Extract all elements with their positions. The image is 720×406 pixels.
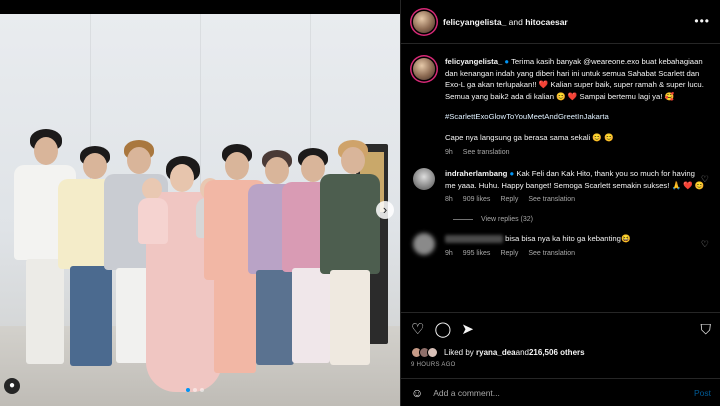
- caption-username[interactable]: felicyangelista_: [445, 57, 502, 66]
- reply-link[interactable]: Reply: [500, 248, 518, 260]
- verified-badge-icon: ●: [509, 169, 515, 179]
- collaborator-link[interactable]: hitocaesar: [525, 17, 568, 27]
- avatar[interactable]: [413, 232, 435, 255]
- comment-icon[interactable]: ◯: [434, 321, 451, 339]
- see-translation-link[interactable]: See translation: [528, 194, 575, 206]
- caption: felicyangelista_ ● Terima kasih banyak @…: [413, 56, 709, 158]
- comment-age: 9h: [445, 249, 453, 257]
- comment: bisa bisa nya ka hito ga kebanting😆 9h 9…: [413, 232, 709, 259]
- caption-age: 9h: [445, 148, 453, 156]
- comment-username[interactable]: indraherlambang: [445, 169, 507, 178]
- post-button[interactable]: Post: [694, 388, 711, 398]
- comment-likes[interactable]: 995 likes: [463, 248, 491, 260]
- heart-icon[interactable]: ♡: [701, 174, 709, 185]
- likes-count[interactable]: 216,506 others: [529, 348, 585, 357]
- authors-joiner: and: [506, 16, 526, 27]
- comment-body: indraherlambang ● Kak Feli dan Kak Hito,…: [445, 168, 707, 206]
- bookmark-icon[interactable]: ⛉: [701, 321, 712, 338]
- comment-text: bisa bisa nya ka hito ga kebanting😆: [505, 233, 631, 243]
- comment-input[interactable]: [433, 387, 694, 398]
- liked-by-middle: and: [515, 348, 529, 357]
- heart-icon[interactable]: ♡: [411, 321, 424, 339]
- carousel-indicator: [186, 388, 204, 392]
- view-replies[interactable]: View replies (32): [453, 216, 709, 223]
- post-actions: ♡ ◯ ➤ ⛉ Liked by ryana_dea and 216,506 o…: [401, 312, 720, 378]
- carousel-dot: [186, 388, 190, 392]
- liker-avatars: [411, 347, 438, 358]
- reply-link[interactable]: Reply: [500, 194, 518, 206]
- post-media[interactable]: › ●: [0, 0, 400, 406]
- comment-body: bisa bisa nya ka hito ga kebanting😆 9h 9…: [445, 233, 707, 259]
- comment-likes[interactable]: 909 likes: [463, 194, 491, 206]
- liked-by: Liked by ryana_dea and 216,506 others: [411, 347, 711, 358]
- share-icon[interactable]: ➤: [461, 321, 474, 339]
- carousel-dot: [193, 388, 197, 392]
- verified-badge-icon: ●: [504, 57, 510, 66]
- post-header: felicyangelista_ and hitocaesar •••: [401, 0, 720, 44]
- comment-meta: 8h 909 likes Reply See translation: [445, 194, 707, 206]
- comment-age: 8h: [445, 196, 453, 204]
- avatar[interactable]: [413, 10, 435, 33]
- caption-text: felicyangelista_ ● Terima kasih banyak @…: [445, 56, 707, 158]
- caption-meta: 9h See translation: [445, 147, 707, 159]
- blurred-username: [445, 234, 503, 243]
- post-sidebar: felicyangelista_ and hitocaesar ••• feli…: [400, 0, 720, 406]
- avatar[interactable]: [413, 58, 435, 80]
- comment: indraherlambang ● Kak Feli dan Kak Hito,…: [413, 168, 709, 206]
- more-horizontal-icon[interactable]: •••: [694, 14, 710, 28]
- post-authors: felicyangelista_ and hitocaesar: [443, 17, 568, 27]
- view-replies-label[interactable]: View replies (32): [481, 216, 533, 223]
- replies-divider: [453, 218, 473, 220]
- post-photo[interactable]: [0, 14, 400, 406]
- heart-icon[interactable]: ♡: [701, 239, 709, 250]
- author-link[interactable]: felicyangelista_: [443, 17, 506, 27]
- avatar[interactable]: [413, 168, 435, 191]
- see-translation-link[interactable]: See translation: [463, 147, 510, 159]
- user-tag-icon[interactable]: ●: [4, 378, 20, 394]
- comments-feed[interactable]: felicyangelista_ ● Terima kasih banyak @…: [401, 44, 720, 312]
- add-comment-bar: ☺ Post: [401, 378, 720, 406]
- see-translation-link[interactable]: See translation: [528, 248, 575, 260]
- comment-meta: 9h 995 likes Reply See translation: [445, 248, 707, 260]
- caption-hashtag[interactable]: #ScarlettExoGlowToYouMeetAndGreetInJakar…: [445, 111, 707, 123]
- liked-by-prefix: Liked by: [444, 348, 474, 357]
- caption-paragraph: Cape nya langsung ga berasa sama sekali …: [445, 132, 614, 142]
- liked-by-user[interactable]: ryana_dea: [476, 348, 516, 357]
- emoji-icon[interactable]: ☺: [411, 386, 423, 400]
- chevron-right-icon[interactable]: ›: [376, 201, 394, 219]
- carousel-dot: [200, 388, 204, 392]
- post-timestamp[interactable]: 9 HOURS AGO: [411, 362, 711, 368]
